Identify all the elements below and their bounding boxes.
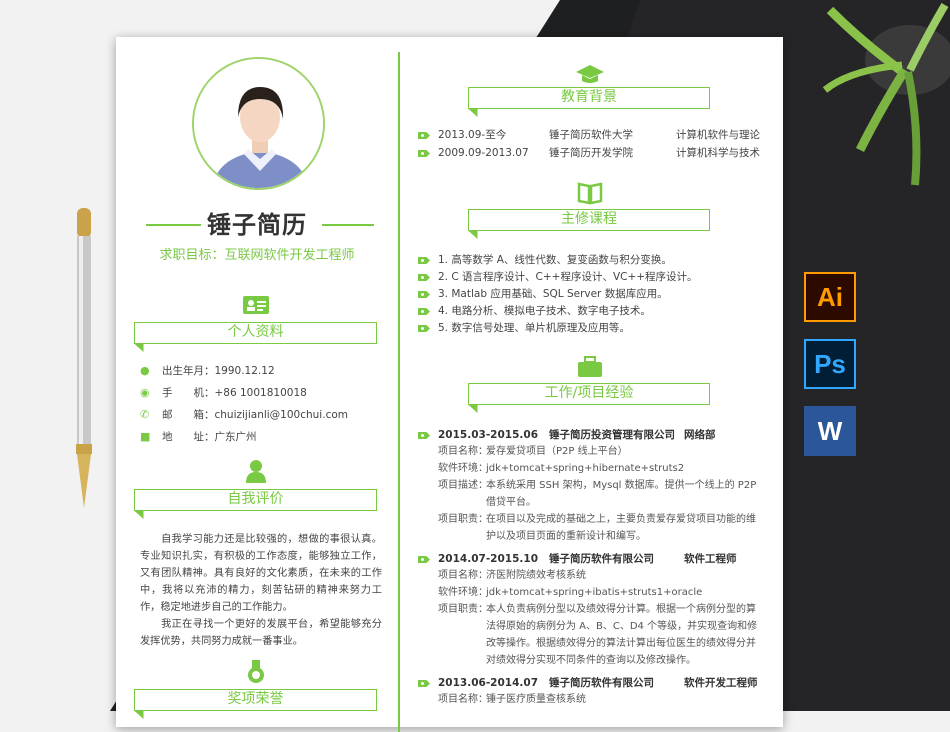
section-personal: 个人资料: [133, 322, 377, 352]
personal-phone: ◉ 手 机：+86 1001810018: [140, 386, 307, 399]
personal-address: ■ 地 址：广东广州: [140, 430, 257, 443]
course-item-2: 2. C 语言程序设计、C++程序设计、VC++程序设计。: [438, 271, 698, 283]
pen-decoration: [76, 208, 92, 508]
course-item-4: 4. 电路分析、模拟电子技术、数字电子技术。: [438, 305, 651, 317]
job-company-1: 锤子简历投资管理有限公司: [549, 429, 675, 441]
self-eval-paragraph-2: 我正在寻找一个更好的发展平台，希望能够充分发挥优势，共同努力成就一番事业。: [140, 619, 382, 647]
briefcase-icon: [576, 355, 604, 379]
bullet-tag: [418, 308, 430, 315]
bullet-tag: [418, 132, 430, 139]
bullet-tag: [418, 325, 430, 332]
course-item-3: 3. Matlab 应用基础、SQL Server 数据库应用。: [438, 288, 668, 300]
course-item-5: 5. 数字信号处理、单片机原理及应用等。: [438, 322, 630, 334]
personal-email: ✆ 邮 箱：chuizijianli@100chui.com: [140, 408, 348, 421]
personal-birth: ● 出生年月：1990.12.12: [140, 364, 275, 377]
person-icon: ●: [140, 364, 150, 377]
bullet-tag: [418, 150, 430, 157]
job-target: 求职目标：互联网软件开发工程师: [159, 248, 355, 263]
candidate-name: 锤子简历: [207, 211, 307, 239]
avatar: [192, 57, 325, 190]
job-date-2: 2014.07-2015.10: [438, 553, 539, 565]
edu-school-2: 锤子简历开发学院: [549, 147, 633, 159]
name-line-left: [146, 224, 201, 226]
job-company-2: 锤子简历软件有限公司: [549, 553, 654, 565]
plant-decoration: [822, 2, 950, 186]
job-details-3: 项目名称： 锤子医疗质量查核系统: [438, 694, 586, 705]
bullet-tag: [418, 291, 430, 298]
mail-icon: ■: [140, 430, 151, 443]
job-date-1: 2015.03-2015.06: [438, 429, 539, 441]
book-icon: [576, 181, 604, 205]
job-date-3: 2013.06-2014.07: [438, 677, 539, 689]
photoshop-icon: Ps: [804, 339, 856, 389]
section-awards: 奖项荣誉: [133, 689, 377, 719]
resume-page: 锤子简历 求职目标：互联网软件开发工程师 个人资料 ● 出生年月：1990.12.…: [116, 37, 783, 732]
id-card-icon: [242, 293, 270, 317]
section-work: 工作/项目经验: [467, 383, 710, 413]
name-header: 锤子简历: [116, 205, 398, 240]
edu-date-1: 2013.09-至今: [438, 129, 507, 141]
name-line-right: [322, 224, 374, 226]
job-details-1: 项目名称： 爱存爱贷项目（P2P 线上平台） 软件环境： jdk+tomcat+sp…: [438, 446, 757, 542]
medal-icon: [242, 660, 270, 684]
location-icon: ◉: [140, 386, 150, 399]
bullet-tag: [418, 432, 430, 439]
graduation-cap-icon: [576, 62, 604, 86]
illustrator-icon: Ai: [804, 272, 856, 322]
job-role-3: 软件开发工程师: [684, 677, 758, 689]
section-education: 教育背景: [467, 87, 710, 117]
edu-major-2: 计算机科学与技术: [676, 147, 760, 159]
edu-school-1: 锤子简历软件大学: [549, 129, 633, 141]
edu-major-1: 计算机软件与理论: [676, 129, 760, 141]
word-icon: W: [804, 406, 856, 456]
divider-line: [398, 52, 400, 732]
section-courses: 主修课程: [467, 209, 710, 239]
job-details-2: 项目名称： 济医附院绩效考核系统 软件环境： jdk+tomcat+spring+i…: [438, 570, 758, 666]
bullet-tag: [418, 274, 430, 281]
bullet-tag: [418, 257, 430, 264]
job-company-3: 锤子简历软件有限公司: [549, 677, 654, 689]
job-role-2: 软件工程师: [684, 553, 737, 565]
course-item-1: 1. 高等数学 A、线性代数、复变函数与积分变换。: [438, 254, 672, 266]
user-icon: [242, 459, 270, 483]
bullet-tag: [418, 556, 430, 563]
section-self-eval: 自我评价: [133, 489, 377, 519]
job-role-1: 网络部: [684, 429, 716, 441]
bullet-tag: [418, 680, 430, 687]
edu-date-2: 2009.09-2013.07: [438, 147, 529, 159]
phone-icon: ✆: [140, 408, 150, 421]
